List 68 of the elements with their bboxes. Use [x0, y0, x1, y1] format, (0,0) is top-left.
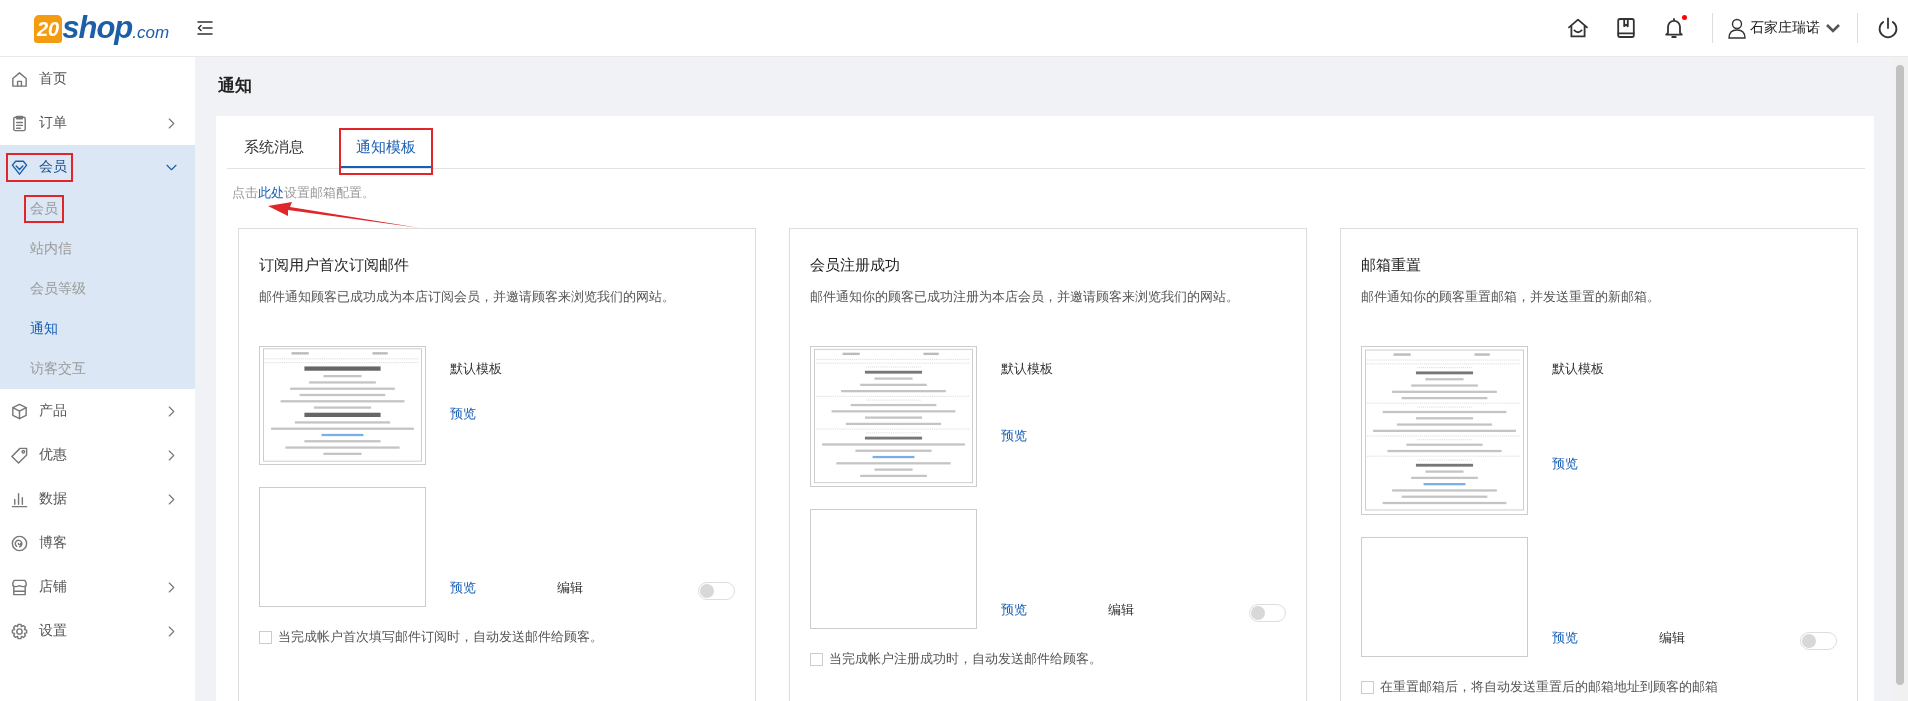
- sidebar-label: 博客: [39, 534, 67, 552]
- sidebar-subitem[interactable]: 通知: [24, 315, 64, 343]
- template-label: 默认模板: [1552, 360, 1604, 378]
- sidebar-label: 首页: [39, 70, 67, 88]
- card-title: 会员注册成功: [810, 256, 901, 275]
- home-icon: [10, 69, 29, 89]
- sidebar-item[interactable]: 首页: [0, 57, 195, 101]
- power-icon: [1876, 16, 1900, 40]
- sidebar-item[interactable]: 设置: [0, 609, 195, 653]
- user-menu[interactable]: 石家庄瑞诺: [1727, 17, 1843, 39]
- card-title: 订阅用户首次订阅邮件: [259, 256, 410, 275]
- card-description: 邮件通知你的顾客重置邮箱，并发送重置的新邮箱。: [1361, 289, 1661, 306]
- sidebar-label: 数据: [39, 490, 67, 508]
- toggle-switch[interactable]: [1800, 632, 1837, 650]
- edit-link[interactable]: 编辑: [557, 580, 583, 597]
- sidebar-label: 设置: [39, 622, 67, 640]
- checkbox-label: 当完成帐户注册成功时，自动发送邮件给顾客。: [829, 651, 1102, 668]
- logo[interactable]: 20shop.com: [34, 11, 184, 45]
- sidebar-item[interactable]: 博客: [0, 521, 195, 565]
- email-preview-drawing[interactable]: [259, 346, 426, 465]
- tab[interactable]: 通知模板: [341, 130, 431, 168]
- gear-icon: [10, 621, 29, 641]
- template-label: 默认模板: [1001, 360, 1053, 378]
- preview-link[interactable]: 预览: [1552, 456, 1578, 473]
- sidebar-item[interactable]: 数据: [0, 477, 195, 521]
- tag-icon: [10, 445, 29, 465]
- preview-link[interactable]: 预览: [450, 406, 476, 423]
- link[interactable]: 此处: [258, 186, 284, 200]
- preview-link[interactable]: 预览: [1001, 602, 1027, 619]
- clipboard-icon: [10, 113, 29, 133]
- checkbox-label: 当完成帐户首次填写邮件订阅时，自动发送邮件给顾客。: [278, 629, 603, 646]
- sidebar-label: 店铺: [39, 578, 67, 596]
- cube-icon: [10, 401, 29, 421]
- store-icon: [10, 577, 29, 597]
- menu-collapse-icon: [195, 18, 215, 38]
- sidebar-label: 订单: [39, 114, 67, 132]
- preview-link[interactable]: 预览: [450, 580, 476, 597]
- house-icon: [1566, 16, 1590, 40]
- sidebar-item[interactable]: 产品: [0, 389, 195, 433]
- preview-link[interactable]: 预览: [1001, 428, 1027, 445]
- sidebar-item[interactable]: 优惠: [0, 433, 195, 477]
- checkbox[interactable]: [259, 631, 272, 644]
- user-icon: [1727, 17, 1747, 39]
- book-icon: [1614, 16, 1638, 40]
- tab[interactable]: 系统消息: [229, 130, 319, 168]
- checkbox[interactable]: [1361, 681, 1374, 694]
- sidebar-label: 产品: [39, 402, 67, 420]
- card-description: 邮件通知顾客已成功成为本店订阅会员，并邀请顾客来浏览我们的网站。: [259, 289, 676, 306]
- sidebar-item[interactable]: 店铺: [0, 565, 195, 609]
- sidebar-item[interactable]: 订单: [0, 101, 195, 145]
- template-label: 默认模板: [450, 360, 502, 378]
- card-description: 邮件通知你的顾客已成功注册为本店会员，并邀请顾客来浏览我们的网站。: [810, 289, 1240, 306]
- scrollbar-thumb[interactable]: [1896, 65, 1904, 685]
- card-title: 邮箱重置: [1361, 256, 1422, 275]
- checkbox-label: 在重置邮箱后，将自动发送重置后的邮箱地址到顾客的邮箱: [1380, 679, 1718, 696]
- edit-link[interactable]: 编辑: [1659, 630, 1685, 647]
- toggle-switch[interactable]: [698, 582, 735, 600]
- spiral-icon: [10, 533, 29, 553]
- toggle-switch[interactable]: [1249, 604, 1286, 622]
- hint-text: 点击此处设置邮箱配置。: [232, 185, 376, 202]
- sidebar-item[interactable]: 会员: [0, 145, 195, 189]
- edit-link[interactable]: 编辑: [1108, 602, 1134, 619]
- page-title: 通知: [218, 75, 253, 97]
- preview-link[interactable]: 预览: [1552, 630, 1578, 647]
- sidebar-label: 会员: [39, 158, 67, 176]
- checkbox[interactable]: [810, 653, 823, 666]
- bell-icon: [1662, 16, 1686, 40]
- sidebar-label: 优惠: [39, 446, 67, 464]
